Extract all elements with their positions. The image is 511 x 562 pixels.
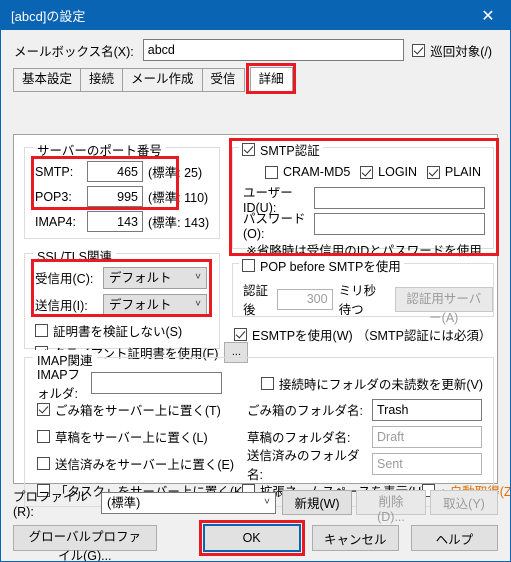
trash-on-server-checkbox[interactable]: ごみ箱をサーバー上に置く(T) <box>37 400 247 419</box>
profile-row: プロファイル(R): (標準) ˅ 新規(W) 削除(D)... 取込(Y) <box>13 486 498 524</box>
profile-new-button[interactable]: 新規(W) <box>282 490 352 515</box>
ok-button[interactable]: OK <box>202 524 301 552</box>
auth-wait-input[interactable] <box>276 288 333 310</box>
global-profile-button[interactable]: グローバルプロファイル(G)... <box>13 525 157 561</box>
profile-select[interactable]: (標準) <box>101 491 276 514</box>
plain-label: PLAIN <box>444 165 481 179</box>
ssl-send-label: 送信用(I): <box>35 299 88 313</box>
profile-delete-button[interactable]: 削除(D)... <box>356 490 426 524</box>
trash-folder-name-label: ごみ箱のフォルダ名: <box>247 404 363 418</box>
patrol-target-label: 巡回対象(/) <box>430 44 492 59</box>
smtp-userid-input[interactable] <box>314 187 485 209</box>
refresh-unread-label: 接続時にフォルダの未読数を更新(V) <box>278 377 483 392</box>
imap4-port-input[interactable] <box>87 211 143 232</box>
checkbox-box <box>242 143 255 156</box>
close-icon[interactable]: ✕ <box>466 0 510 30</box>
pop3-port-input[interactable] <box>87 186 143 207</box>
draft-on-server-label: 草稿をサーバー上に置く(L) <box>55 431 208 445</box>
smtp-port-input[interactable] <box>87 161 143 182</box>
dialog-body: メールボックス名(X): 巡回対象(/) 基本設定 接続 メール作成 受信 詳細… <box>1 30 510 561</box>
smtp-port-standard: (標準: 25) <box>148 166 203 180</box>
window-title: [abcd]の設定 <box>11 8 86 24</box>
smtp-auth-checkbox[interactable]: SMTP認証 <box>242 140 320 159</box>
refresh-unread-checkbox[interactable]: 接続時にフォルダの未読数を更新(V) <box>260 374 483 393</box>
smtp-port-label: SMTP: <box>35 164 74 179</box>
pop3-port-label: POP3: <box>35 189 72 204</box>
ssl-recv-select[interactable]: デフォルト <box>103 266 207 289</box>
imap-group: IMAP関連 IMAPフォルダ: 接続時にフォルダの未読数を更新(V) ごみ箱を… <box>24 350 510 507</box>
wait-unit-label: ミリ秒待つ <box>338 284 377 317</box>
checkbox-box <box>265 165 278 179</box>
sent-on-server-checkbox[interactable]: 送信済みをサーバー上に置く(E) <box>37 454 247 473</box>
tab-mail-compose[interactable]: メール作成 <box>122 68 203 92</box>
pop3-port-standard: (標準: 110) <box>148 191 209 205</box>
patrol-target-checkbox[interactable]: 巡回対象(/) <box>412 41 492 60</box>
login-checkbox[interactable]: LOGIN <box>360 165 417 179</box>
trash-on-server-label: ごみ箱をサーバー上に置く(T) <box>55 404 221 418</box>
pop-before-smtp-title: POP before SMTPを使用 <box>260 260 401 274</box>
login-label: LOGIN <box>378 165 418 179</box>
smtp-password-label: パスワード(O): <box>243 211 306 241</box>
esmtp-label: ESMTPを使用(W) <box>252 329 353 343</box>
imap4-port-standard: (標準: 143) <box>148 216 210 230</box>
sent-folder-name-input[interactable] <box>372 452 482 475</box>
ssl-recv-label: 受信用(C): <box>35 272 94 286</box>
sent-on-server-label: 送信済みをサーバー上に置く(E) <box>55 458 235 472</box>
cram-md5-label: CRAM-MD5 <box>283 165 351 179</box>
server-ports-legend: サーバーのポート番号 <box>33 140 166 159</box>
smtp-auth-group: SMTP認証 CRAM-MD5 LOGIN PLAIN ユーザーID(U): パ… <box>232 140 494 258</box>
auth-server-button[interactable]: 認証用サーバー(A) <box>394 286 493 325</box>
smtp-auth-title: SMTP認証 <box>260 144 320 158</box>
checkbox-box <box>37 403 50 416</box>
help-button[interactable]: ヘルプ <box>410 525 498 551</box>
checkbox-box <box>260 376 274 390</box>
checkbox-box <box>242 259 255 272</box>
sent-folder-name-label: 送信済みのフォルダ名: <box>247 448 360 482</box>
tab-strip: 基本設定 接続 メール作成 受信 詳細 <box>1 61 510 94</box>
esmtp-note: （SMTP認証には必須） <box>356 329 492 343</box>
ssl-tls-legend: SSL/TLS関連 <box>33 246 117 265</box>
checkbox-box <box>37 457 50 470</box>
mailbox-name-label: メールボックス名(X): <box>14 44 134 59</box>
profile-import-button[interactable]: 取込(Y) <box>430 490 498 515</box>
footer-buttons: グローバルプロファイル(G)... OK キャンセル ヘルプ <box>13 520 498 561</box>
cram-md5-checkbox[interactable]: CRAM-MD5 <box>265 165 350 179</box>
esmtp-row: ESMTPを使用(W) （SMTP認証には必須） <box>234 325 491 344</box>
settings-dialog: [abcd]の設定 ✕ メールボックス名(X): 巡回対象(/) 基本設定 接続… <box>0 0 511 562</box>
ssl-tls-group: SSL/TLS関連 受信用(C): デフォルト ˅ 送信用(I): デフォルト <box>24 246 249 363</box>
checkbox-box <box>37 430 50 443</box>
draft-folder-name-input[interactable] <box>372 425 482 448</box>
tab-basic-settings[interactable]: 基本設定 <box>13 68 82 92</box>
smtp-password-input[interactable] <box>314 213 485 235</box>
mailbox-name-row: メールボックス名(X): 巡回対象(/) <box>1 30 510 61</box>
checkbox-box <box>35 323 48 337</box>
checkbox-box <box>426 165 440 179</box>
no-verify-cert-label: 証明書を検証しない(S) <box>53 324 183 339</box>
checkbox-box <box>234 328 247 341</box>
pop-before-smtp-group: POP before SMTPを使用 認証後 ミリ秒待つ 認証用サーバー(A) <box>232 256 494 325</box>
server-ports-group: サーバーのポート番号 SMTP: (標準: 25) POP3: (標準: 110… <box>24 140 220 239</box>
esmtp-checkbox[interactable]: ESMTPを使用(W) <box>234 325 353 344</box>
tab-connection[interactable]: 接続 <box>80 68 124 92</box>
no-verify-cert-checkbox[interactable]: 証明書を検証しない(S) <box>35 321 182 340</box>
ssl-send-select[interactable]: デフォルト <box>103 293 207 316</box>
checkbox-box <box>360 165 374 179</box>
after-auth-label: 認証後 <box>243 284 269 317</box>
imap-folder-input[interactable] <box>90 372 222 394</box>
checkbox-box <box>412 43 426 57</box>
tab-page-detail: サーバーのポート番号 SMTP: (標準: 25) POP3: (標準: 110… <box>13 134 510 507</box>
profile-label: プロファイル(R): <box>13 490 89 519</box>
plain-checkbox[interactable]: PLAIN <box>426 165 481 179</box>
tab-detail[interactable]: 詳細 <box>249 67 293 92</box>
title-bar: [abcd]の設定 ✕ <box>1 0 510 30</box>
draft-folder-name-label: 草稿のフォルダ名: <box>247 431 351 445</box>
imap4-port-label: IMAP4: <box>35 214 76 229</box>
tab-receive[interactable]: 受信 <box>201 68 245 92</box>
trash-folder-name-input[interactable] <box>372 398 482 421</box>
cancel-button[interactable]: キャンセル <box>311 525 399 551</box>
pop-before-smtp-checkbox[interactable]: POP before SMTPを使用 <box>242 256 401 275</box>
draft-on-server-checkbox[interactable]: 草稿をサーバー上に置く(L) <box>37 427 247 446</box>
imap-folder-label: IMAPフォルダ: <box>37 368 81 401</box>
mailbox-name-input[interactable] <box>142 39 405 61</box>
